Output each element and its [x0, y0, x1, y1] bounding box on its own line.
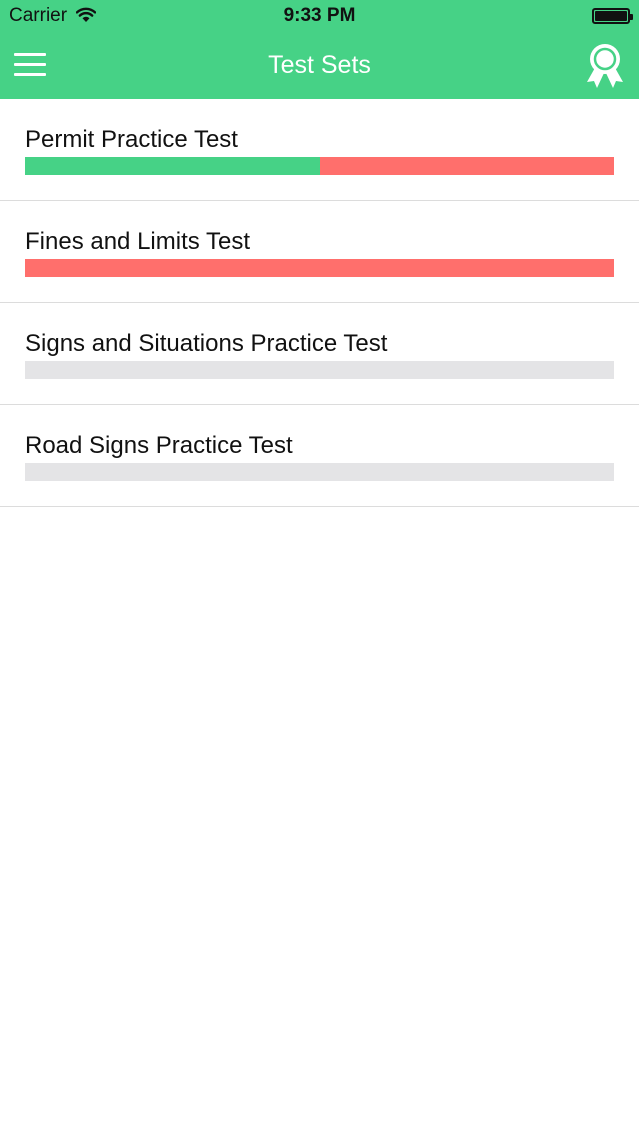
test-progress-bar: [25, 463, 614, 481]
progress-incorrect-segment: [319, 157, 614, 175]
test-set-title: Permit Practice Test: [25, 126, 238, 153]
progress-incorrect-segment: [25, 259, 614, 277]
award-ribbon-icon[interactable]: [584, 42, 626, 90]
progress-correct-segment: [25, 157, 320, 175]
test-set-row[interactable]: Road Signs Practice Test: [0, 405, 639, 507]
test-set-list: Permit Practice Test Fines and Limits Te…: [0, 99, 639, 507]
test-set-title: Fines and Limits Test: [25, 228, 250, 255]
page-title: Test Sets: [268, 51, 371, 79]
status-bar: Carrier 9:33 PM: [0, 0, 639, 34]
test-set-row[interactable]: Fines and Limits Test: [0, 201, 639, 303]
header: Carrier 9:33 PM Test Sets: [0, 0, 639, 99]
test-set-title: Road Signs Practice Test: [25, 432, 293, 459]
test-progress-bar: [25, 259, 614, 277]
test-set-row[interactable]: Signs and Situations Practice Test: [0, 303, 639, 405]
test-progress-bar: [25, 157, 614, 175]
status-time: 9:33 PM: [283, 5, 356, 26]
test-progress-bar: [25, 361, 614, 379]
nav-bar: Test Sets: [0, 34, 639, 99]
test-set-title: Signs and Situations Practice Test: [25, 330, 388, 357]
test-set-row[interactable]: Permit Practice Test: [0, 99, 639, 201]
battery-icon: [592, 8, 633, 24]
